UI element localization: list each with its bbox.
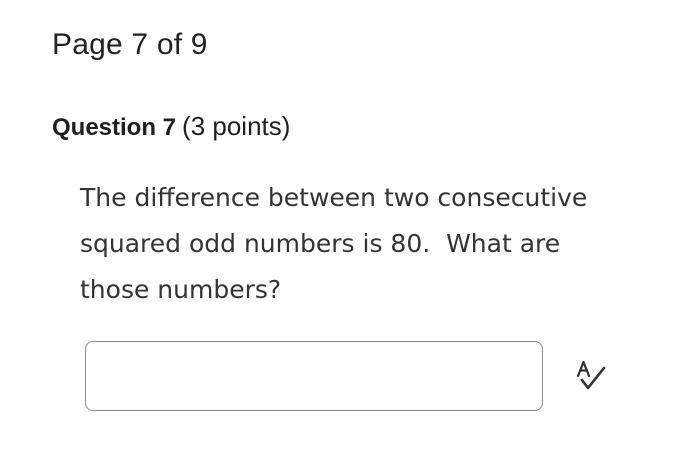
question-text: The difference between two consecutive s…	[80, 183, 588, 304]
page-indicator: Page 7 of 9	[52, 28, 208, 61]
quiz-page: Page 7 of 9 Question 7 (3 points) The dif…	[0, 0, 700, 450]
question-header: Question 7 (3 points)	[52, 111, 290, 142]
spellcheck-icon-glyph	[576, 360, 606, 390]
spellcheck-icon[interactable]	[574, 360, 610, 392]
question-points: (3 points)	[182, 111, 291, 141]
answer-input[interactable]	[85, 341, 543, 411]
question-title: Question 7	[52, 114, 177, 141]
